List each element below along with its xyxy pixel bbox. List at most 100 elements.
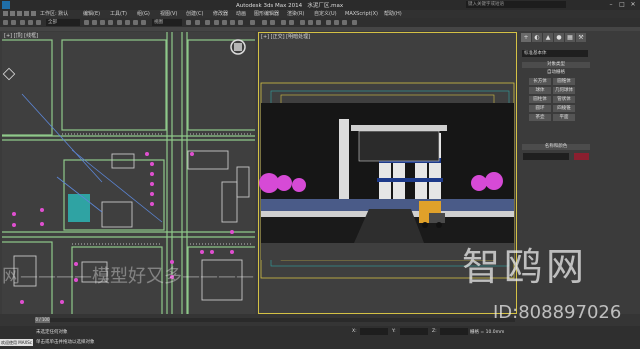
display-tab[interactable]: ▦ [565,33,575,42]
cone-button[interactable]: 圆锥体 [553,78,575,85]
unlink-icon[interactable] [28,20,33,25]
spinner-snap-icon[interactable] [238,20,243,25]
material-editor-icon[interactable] [316,20,321,25]
menu-animation[interactable]: 动画 [236,10,246,18]
curve-editor-icon[interactable] [300,20,305,25]
redo-icon[interactable] [31,11,36,16]
floor-plane [261,243,514,260]
teapot-button[interactable]: 茶壶 [529,114,551,121]
render-setup-icon[interactable] [326,20,331,25]
close-button[interactable]: ✕ [628,1,638,9]
x-coordinate-field[interactable] [360,328,388,335]
teapot-render-icon[interactable] [352,20,357,25]
factory-render [259,82,515,279]
bind-space-warp-icon[interactable] [36,20,41,25]
redo-icon[interactable] [11,20,16,25]
graphite-tools-icon[interactable] [289,20,294,25]
torus-button[interactable]: 圆环 [529,105,551,112]
create-tab[interactable]: + [521,33,531,42]
menu-modifiers[interactable]: 修改器 [213,10,228,18]
box-button[interactable]: 长方体 [529,78,551,85]
plane-button[interactable]: 平面 [553,114,575,121]
minimize-button[interactable]: – [606,1,616,9]
rollup-name-color[interactable]: 名称和颜色 [522,144,590,150]
place-icon[interactable] [141,20,146,25]
named-selection-icon[interactable] [250,20,255,25]
scale-icon[interactable] [133,20,138,25]
selection-filter-dropdown[interactable]: 全部 [46,19,80,26]
z-coordinate-field[interactable] [440,328,468,335]
file-name: 水泥厂区.max [307,3,344,9]
viewport-label[interactable]: [+] [顶] [线框] [4,32,38,39]
pivot-center-icon[interactable] [186,20,191,25]
time-track[interactable] [35,318,515,322]
cylinder-button[interactable]: 圆柱体 [529,96,551,103]
keyboard-shortcut-icon[interactable] [205,20,210,25]
search-input[interactable]: 键入关键字或短语 [466,1,566,8]
mirror-icon[interactable] [262,20,267,25]
menu-graph-editors[interactable]: 图形编辑器 [254,10,279,18]
motion-tab[interactable]: ● [554,33,564,42]
geosphere-button[interactable]: 几何球体 [553,87,575,94]
maximize-button[interactable]: □ [617,1,627,9]
menu-group[interactable]: 组(G) [137,10,150,18]
camera-target [2,67,16,81]
undo-icon[interactable] [24,11,29,16]
select-object-icon[interactable] [84,20,89,25]
sphere-button[interactable]: 球体 [529,87,551,94]
viewcube-orbit-icon[interactable] [229,38,247,56]
rollup-object-type[interactable]: 对象类型 [522,62,590,68]
reference-coordinate-dropdown[interactable]: 视图 [152,19,182,26]
menu-create[interactable]: 创建(C) [186,10,203,18]
percent-snap-icon[interactable] [230,20,235,25]
object-name-input[interactable] [523,153,569,160]
align-icon[interactable] [270,20,275,25]
rendered-frame-window-icon[interactable] [334,20,339,25]
window-crossing-icon[interactable] [108,20,113,25]
pyramid-button[interactable]: 四棱锥 [553,105,575,112]
menu-maxscript[interactable]: MAXScript(X) [345,10,378,18]
status-bar: 欢迎使用 MAXSc 未选定任何对象 单击或单击并拖动以选择对象 X: Y: Z… [0,326,640,349]
viewport-label[interactable]: [+] [正交] [明暗处理] [261,33,310,40]
menu-bar: 工作区: 默认 编辑(E) 工具(T) 组(G) 视图(V) 创建(C) 修改器… [0,10,640,18]
hierarchy-tab[interactable]: ▲ [543,33,553,42]
site-plan-wireframe [2,32,255,314]
object-color-swatch[interactable] [574,153,589,160]
menu-help[interactable]: 帮助(H) [384,10,402,18]
link-icon[interactable] [20,20,25,25]
save-icon[interactable] [17,11,22,16]
menu-rendering[interactable]: 渲染(R) [287,10,304,18]
render-production-icon[interactable] [342,20,347,25]
schematic-view-icon[interactable] [308,20,313,25]
camera-lines [21,93,163,223]
autogrid-checkbox[interactable]: 自动栅格 [522,70,590,76]
app-logo-icon[interactable] [2,1,10,9]
y-coordinate-field[interactable] [400,328,428,335]
category-dropdown[interactable]: 标准基本体 [522,50,588,57]
modify-tab[interactable]: ◐ [532,33,542,42]
rectangular-selection-icon[interactable] [100,20,105,25]
select-manipulate-icon[interactable] [195,20,200,25]
snaps-toggle-icon[interactable] [214,20,219,25]
move-icon[interactable] [117,20,122,25]
layer-manager-icon[interactable] [281,20,286,25]
select-by-name-icon[interactable] [92,20,97,25]
ribbon-strip [0,27,640,31]
new-icon[interactable] [3,11,8,16]
angle-snap-icon[interactable] [222,20,227,25]
menu-customize[interactable]: 自定义(U) [314,10,337,18]
viewport-top[interactable]: [+] [顶] [线框] [2,32,255,314]
workspace-select[interactable]: 工作区: 默认 [40,10,68,18]
menu-views[interactable]: 视图(V) [160,10,177,18]
undo-icon[interactable] [3,20,8,25]
open-icon[interactable] [10,11,15,16]
rotate-icon[interactable] [125,20,130,25]
menu-edit[interactable]: 编辑(E) [83,10,100,18]
time-slider-knob[interactable]: 0 / 100 [35,317,50,323]
menu-tools[interactable]: 工具(T) [110,10,127,18]
command-panel: + ◐ ▲ ● ▦ ⚒ 标准基本体 对象类型 自动栅格 长方体 圆锥体 球体 几… [519,32,640,314]
viewport-camera[interactable]: [+] [正交] [明暗处理] [258,32,517,314]
utilities-tab[interactable]: ⚒ [576,33,586,42]
tube-button[interactable]: 管状体 [553,96,575,103]
maxscript-listener[interactable]: 欢迎使用 MAXSc [0,339,33,346]
